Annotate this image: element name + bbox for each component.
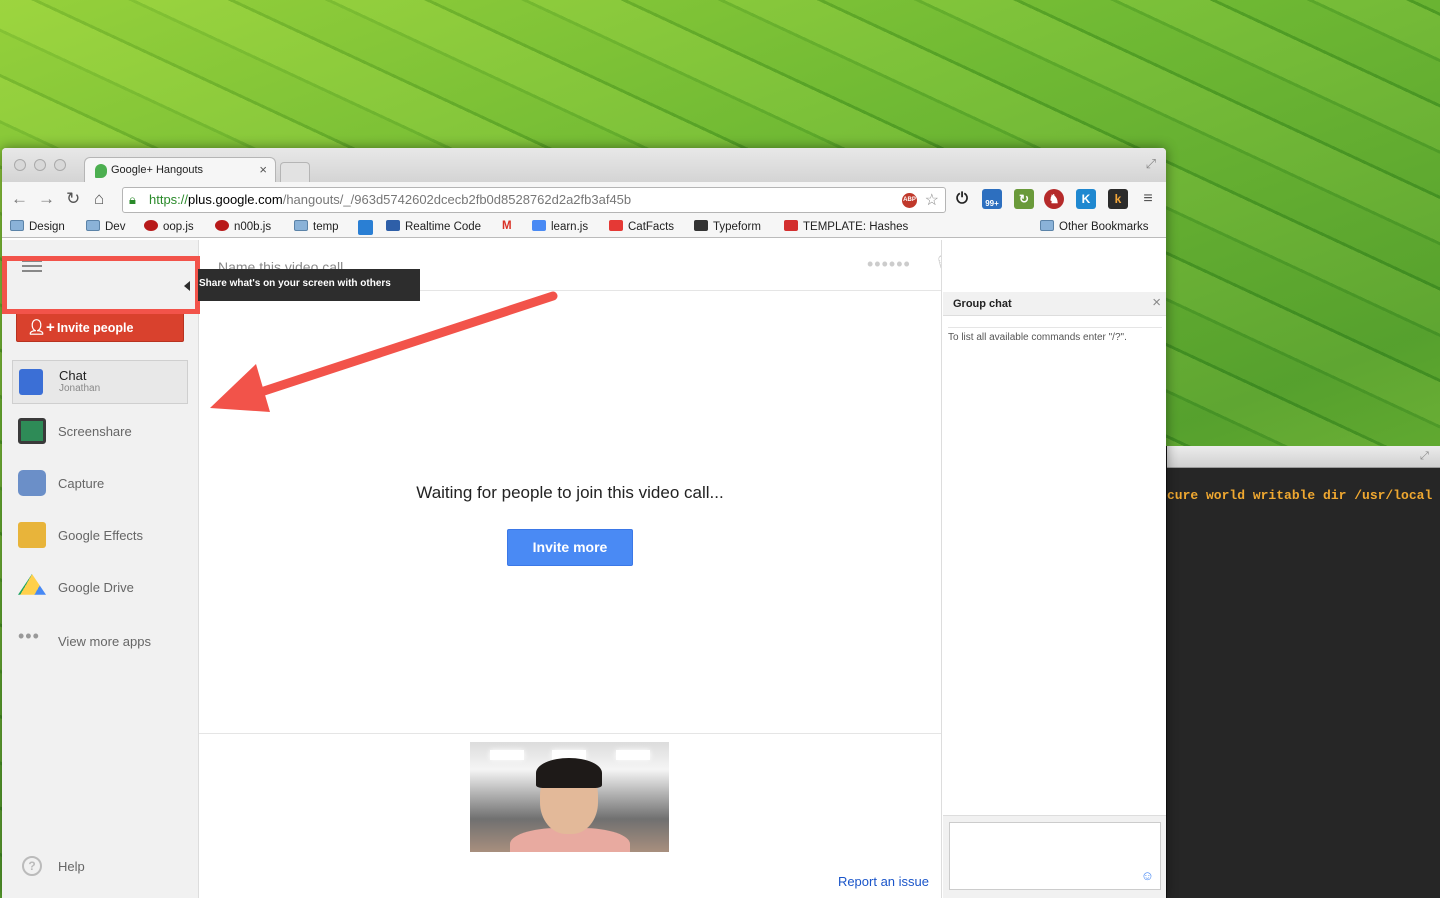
chat-message-input[interactable]: ☺ [949,822,1161,890]
help-icon: ? [22,856,42,876]
browser-toolbar: ← → ↻ ⌂ 🔒︎ https://plus.google.com/hango… [2,182,1166,216]
tab-close-icon[interactable]: × [259,162,267,177]
app-google-effects[interactable]: Google Effects [12,514,188,558]
terminal-output-line: cure world writable dir /usr/local in [1167,488,1440,503]
folder-icon [294,220,308,231]
doc-icon [386,220,400,231]
home-icon[interactable]: ⌂ [94,190,104,207]
back-icon[interactable]: ← [11,190,28,207]
bookmark-n00b-js[interactable]: n00b.js [215,220,271,233]
chat-icon [19,369,43,395]
tab-title: Google+ Hangouts [111,164,204,176]
folder-icon [86,220,100,231]
bookmark-template-hashes[interactable]: TEMPLATE: Hashes [784,220,908,233]
magic-wand-icon [18,522,46,548]
invite-more-button[interactable]: Invite more [507,529,633,566]
screenshare-highlight-box [2,256,200,314]
tooltip-pointer [184,281,190,291]
bf-icon [609,220,623,231]
more-dots-icon: ••• [18,626,40,646]
group-chat-panel: Group chat × To list all available comma… [941,240,1166,898]
app-google-drive[interactable]: Google Drive [12,566,188,610]
more-options-icon[interactable]: •••••• [867,254,911,275]
adblock-icon[interactable]: ABP [902,193,917,208]
group-chat-title: Group chat [953,298,1012,310]
video-stage: Name this video call... •••••• 🎙︎ 📷︎ ▁▃▅… [199,240,1133,898]
expand-icon[interactable]: ⤢ [1420,450,1432,462]
bookmark-catfacts[interactable]: CatFacts [609,220,674,233]
lock-icon: 🔒︎ [129,192,136,207]
ceiling-light [490,750,524,760]
bookmark-typeform[interactable]: Typeform [694,220,761,233]
app-view-more[interactable]: ••• View more apps [12,620,188,664]
bookmarks-bar: Design Dev oop.js n00b.js temp Realtime … [2,216,1166,238]
person-hair [536,758,602,788]
app-chat[interactable]: Chat Jonathan [12,360,188,404]
camera-icon [18,470,46,496]
app-capture[interactable]: Capture [12,462,188,506]
ceiling-light [616,750,650,760]
browser-tab-hangouts[interactable]: Google+ Hangouts × [84,157,276,183]
bird-icon [144,220,158,231]
chat-hint-text: To list all available commands enter "/?… [948,327,1162,343]
screenshare-tooltip: Share what's on your screen with others [198,269,420,301]
folder-icon [10,220,24,231]
bookmark-s[interactable] [358,220,378,235]
bookmark-temp[interactable]: temp [294,220,339,233]
chrome-menu-icon[interactable]: ≡ [1138,189,1158,209]
emoji-icon[interactable]: ☺ [1141,868,1154,883]
bookmark-dev[interactable]: Dev [86,220,125,233]
close-chat-icon[interactable]: × [1152,294,1161,311]
address-bar[interactable]: 🔒︎ https://plus.google.com/hangouts/_/96… [122,187,946,213]
zoom-window-icon[interactable] [54,159,66,171]
bookmark-star-icon[interactable]: ☆ [925,190,939,210]
bookmark-design[interactable]: Design [10,220,65,233]
folder-icon [1040,220,1054,231]
power-icon[interactable]: ⏻ [952,189,972,209]
reload-icon[interactable]: ↻ [66,190,80,207]
bookmark-oop-js[interactable]: oop.js [144,220,194,233]
hangouts-favicon-icon [95,164,107,178]
bookmark-realtime-code[interactable]: Realtime Code [386,220,481,233]
bookmark-learn-js[interactable]: learn.js [532,220,588,233]
browser-titlebar: Google+ Hangouts × ⤢ [2,148,1166,183]
app-screenshare[interactable]: Screenshare [12,410,188,454]
close-window-icon[interactable] [14,159,26,171]
screenshare-icon [18,418,46,444]
notifications-badge-icon[interactable]: 99+ [982,189,1002,209]
url-text[interactable]: https://plus.google.com/hangouts/_/963d5… [149,192,631,207]
drive-icon [18,574,46,595]
forward-icon[interactable]: → [38,190,55,207]
apps-sidebar: 👤︎+ Invite people Chat Jonathan Screensh… [2,240,199,898]
bird-icon [215,220,229,231]
bookmark-other-bookmarks[interactable]: Other Bookmarks [1040,220,1148,233]
minimize-window-icon[interactable] [34,159,46,171]
typeform-icon [694,220,708,231]
new-tab-button[interactable] [280,162,310,182]
k-dark-extension-icon[interactable]: k [1108,189,1128,209]
self-video-thumbnail[interactable] [470,742,669,852]
gmail-icon: M [502,220,512,232]
add-person-icon: 👤︎+ [27,319,55,336]
k-blue-extension-icon[interactable]: K [1076,189,1096,209]
terminal-titlebar[interactable]: ⤢ [1167,446,1440,468]
terminal-window[interactable]: ⤢ cure world writable dir /usr/local in [1166,446,1440,898]
chat-compose-area: ☺ [943,815,1166,898]
s-icon [358,220,373,235]
fullscreen-icon[interactable]: ⤢ [1146,156,1156,172]
bookmark-gmail[interactable]: M [502,220,512,232]
refresh-extension-icon[interactable]: ↻ [1014,189,1034,209]
report-issue-link[interactable]: Report an issue [838,874,929,889]
pocket-extension-icon[interactable]: ♞ [1044,189,1064,209]
participant-filmstrip: Report an issue [199,733,941,898]
invite-people-button[interactable]: 👤︎+ Invite people [16,312,184,342]
hangouts-app: 👤︎+ Invite people Chat Jonathan Screensh… [2,240,1166,898]
doc-icon [532,220,546,231]
group-chat-header: Group chat × [943,292,1166,316]
template-icon [784,220,798,231]
waiting-message: Waiting for people to join this video ca… [416,483,724,502]
